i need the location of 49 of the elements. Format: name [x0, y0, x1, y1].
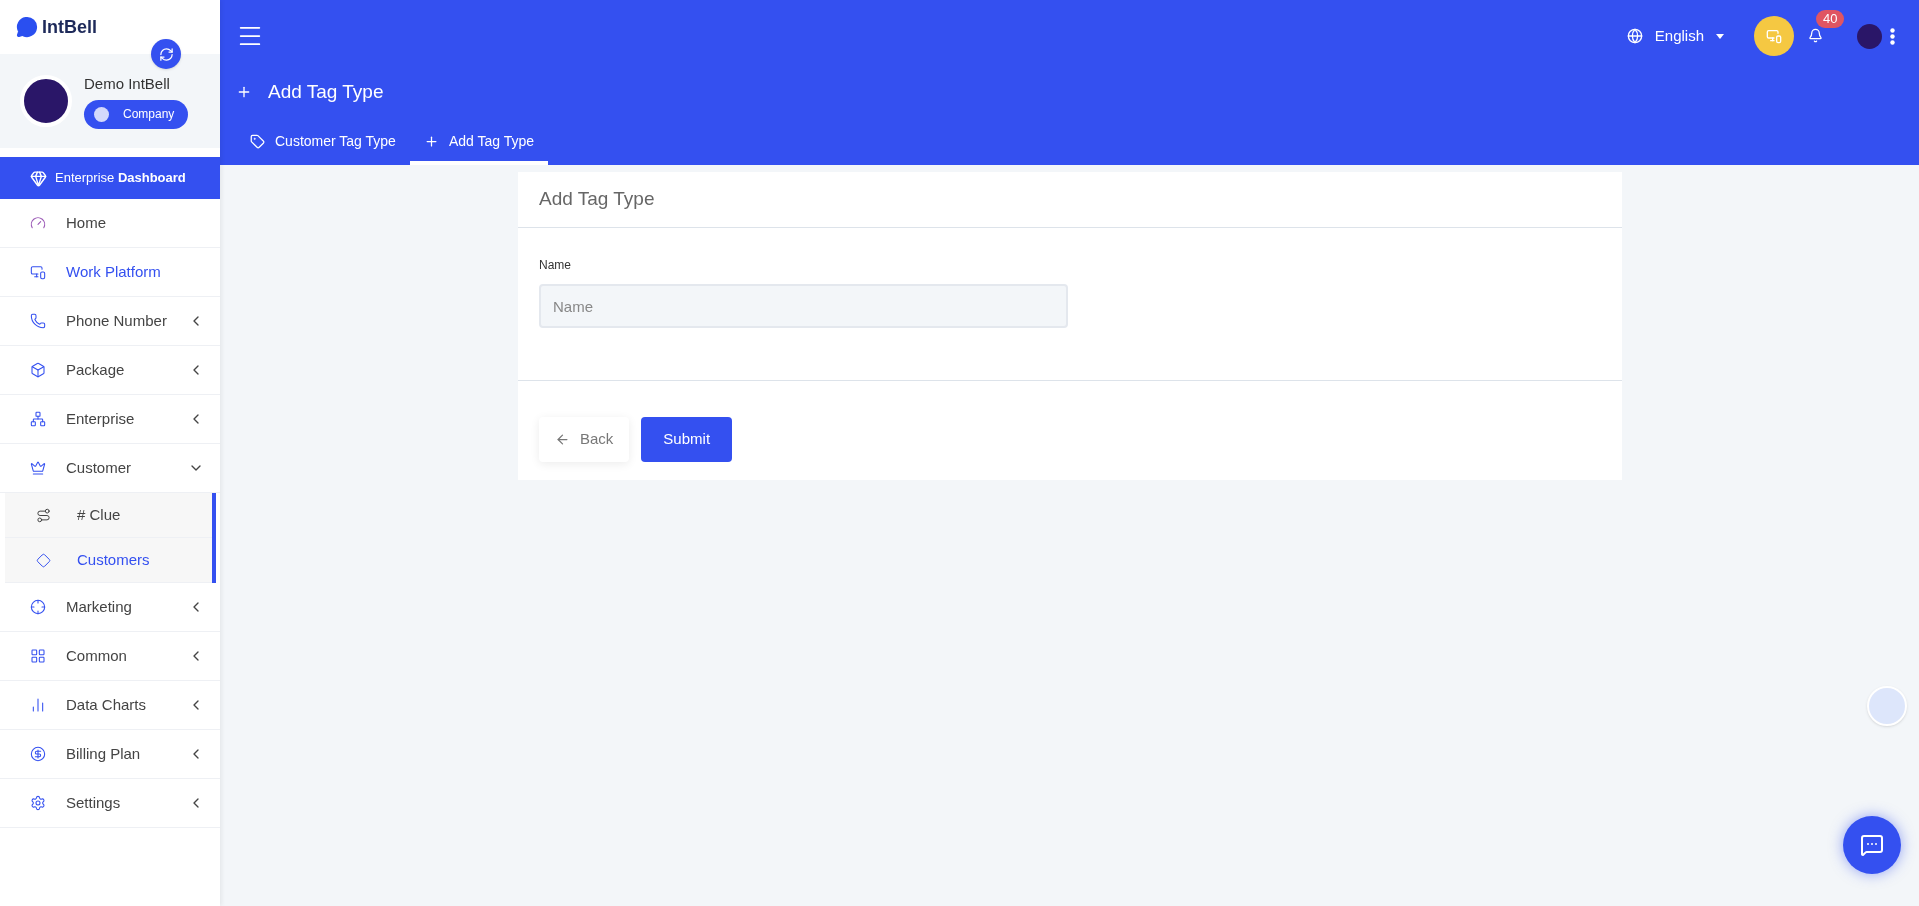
submenu-item[interactable]: Customers: [5, 538, 212, 583]
bell-icon: [1808, 28, 1823, 43]
diamond-icon: [30, 169, 47, 187]
chat-button[interactable]: [1843, 816, 1901, 874]
dashboard-label: Enterprise Dashboard: [55, 169, 186, 188]
language-selector[interactable]: English: [1626, 24, 1724, 48]
refresh-button[interactable]: [151, 39, 181, 69]
submit-button[interactable]: Submit: [641, 417, 733, 462]
sidebar-item[interactable]: Package: [0, 346, 220, 395]
devices-icon: [1766, 28, 1782, 44]
toggle-knob: [94, 106, 109, 122]
user-avatar[interactable]: [1857, 23, 1882, 49]
sidebar-item[interactable]: Phone Number: [0, 297, 220, 346]
notification-button[interactable]: [1808, 28, 1823, 43]
sidebar-item[interactable]: Home: [0, 199, 220, 248]
sidebar-item[interactable]: Data Charts: [0, 681, 220, 730]
company-toggle[interactable]: Company: [84, 99, 189, 129]
submenu-item[interactable]: # Clue: [5, 493, 212, 538]
submenu-icon: [36, 507, 51, 523]
sidebar-item[interactable]: Enterprise: [0, 395, 220, 444]
submenu-icon: [36, 552, 51, 568]
sidebar-item[interactable]: Marketing: [0, 583, 220, 632]
card-title: Add Tag Type: [539, 187, 655, 212]
tab[interactable]: Customer Tag Type: [236, 121, 410, 165]
tab[interactable]: Add Tag Type: [409, 121, 548, 165]
kebab-icon: [1890, 27, 1895, 45]
more-button[interactable]: [1890, 27, 1895, 45]
page-title: Add Tag Type: [268, 79, 384, 104]
back-button[interactable]: Back: [539, 417, 630, 462]
brand-name: IntBell: [42, 15, 97, 39]
field-label: Name: [539, 257, 572, 274]
profile-name: Demo IntBell: [84, 74, 171, 95]
device-button[interactable]: [1754, 16, 1794, 56]
notification-count: 40: [1816, 10, 1845, 28]
plus-icon: [236, 84, 252, 100]
dashboard-link[interactable]: Enterprise Dashboard: [0, 157, 220, 199]
sidebar-item[interactable]: Billing Plan: [0, 730, 220, 779]
sidebar-item[interactable]: Settings: [0, 779, 220, 828]
chat-icon: [1860, 833, 1884, 857]
tag-icon: [250, 133, 265, 149]
globe-icon: [1626, 28, 1643, 44]
refresh-icon: [158, 46, 174, 62]
plus-icon: [423, 133, 439, 149]
sidebar-item[interactable]: Common: [0, 632, 220, 681]
logo-icon: [16, 16, 38, 38]
sidebar-item[interactable]: Work Platform: [0, 248, 220, 297]
caret-icon: [1716, 33, 1724, 39]
avatar: [20, 75, 72, 127]
name-input[interactable]: Name: [539, 284, 1068, 328]
